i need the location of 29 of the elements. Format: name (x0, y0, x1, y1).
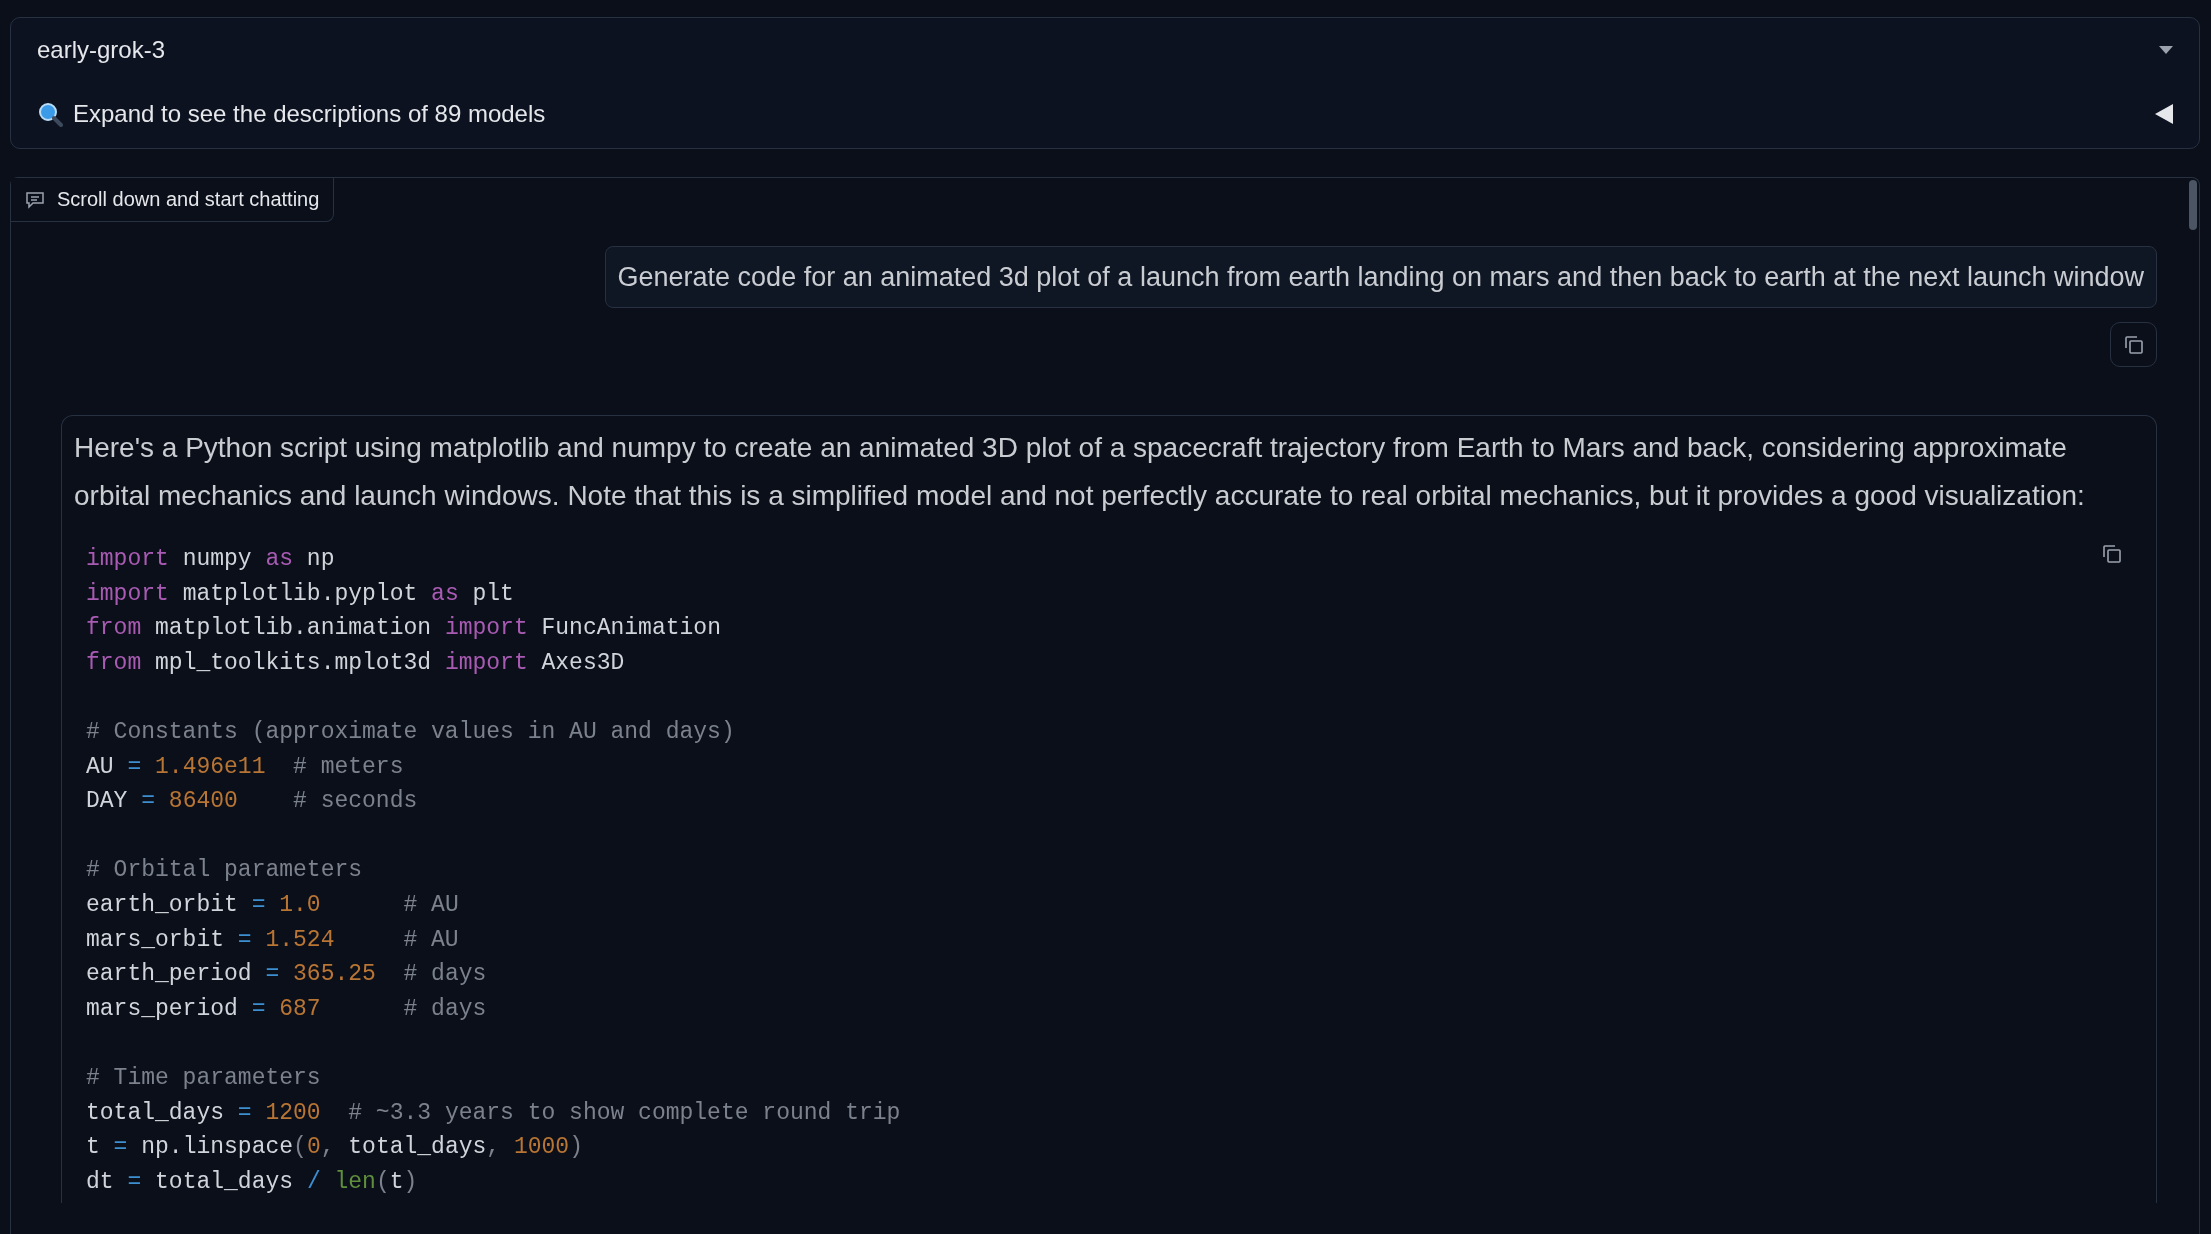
code-line: earth_orbit = 1.0 # AU (86, 890, 460, 920)
code-line: mars_period = 687 # days (86, 994, 488, 1024)
code-line: total_days = 1200 # ~3.3 years to show complete round trip (86, 1098, 902, 1128)
message-text: Here's a Python script using matplotlib and numpy to create an animated 3D plot of a spacecraft trajectory from Earth to Mars and back, considering approximate orbital mechanics and launch windows. Note that this is a simplified model and not perfectly accurate to real orbital mechanics, but it provides a good visualization: (74, 431, 2086, 513)
expand-descriptions-label[interactable]: Expand to see the descriptions of 89 models (73, 100, 546, 128)
dropdown-caret-icon[interactable] (2159, 46, 2173, 54)
model-dropdown-value[interactable]: early-grok-3 (37, 36, 166, 64)
code-line: import numpy as np (86, 545, 336, 574)
code-line: earth_period = 365.25 # days (86, 960, 488, 990)
code-line: # Time parameters (86, 1063, 322, 1093)
scrollbar-thumb[interactable] (2189, 180, 2197, 230)
chat-icon (25, 190, 45, 209)
code-line: import matplotlib.pyplot as plt (86, 579, 515, 609)
copy-button[interactable] (2110, 322, 2157, 367)
user-message: Generate code for an animated 3d plot of a launch from earth landing on mars and then back to earth at the next launch window (604, 246, 2157, 308)
collapse-triangle-icon[interactable] (2155, 104, 2173, 124)
code-line: mars_orbit = 1.524 # AU (86, 925, 460, 955)
code-line: AU = 1.496e11 # meters (86, 752, 405, 782)
code-line: # Constants (approximate values in AU and days) (86, 717, 736, 747)
code-line: dt = total_days / len(t) (86, 1167, 419, 1197)
code-line: from mpl_toolkits.mplot3d import Axes3D (86, 648, 626, 678)
code-line: from matplotlib.animation import FuncAnimation (86, 614, 722, 644)
copy-icon (2123, 334, 2144, 355)
code-line: DAY = 86400 # seconds (86, 787, 419, 817)
code-line: # Orbital parameters (86, 856, 364, 886)
code-line: t = np.linspace(0, total_days, 1000) (86, 1133, 584, 1163)
copy-icon[interactable] (2102, 544, 2122, 564)
search-icon (37, 101, 63, 127)
chatbot-label-text: Scroll down and start chatting (57, 188, 320, 211)
